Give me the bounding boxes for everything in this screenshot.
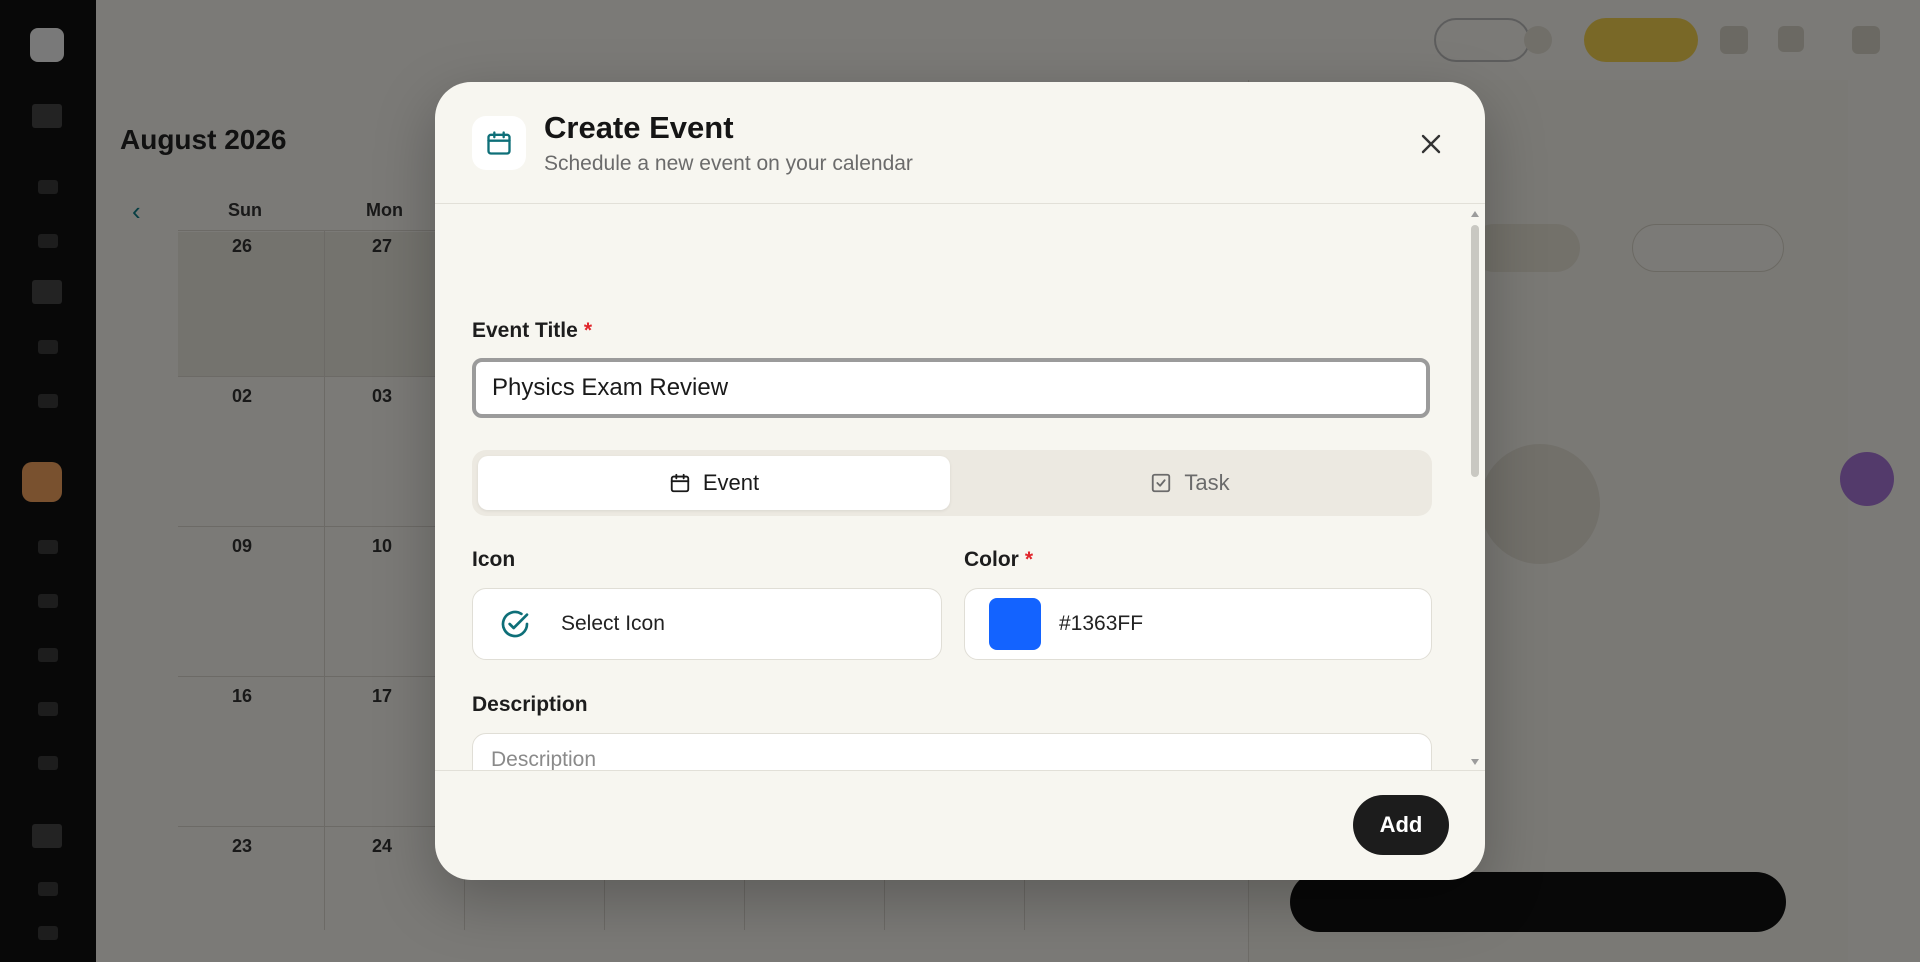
close-icon [1421,134,1441,154]
event-type-toggle: Event Task [472,450,1432,516]
create-event-dialog: Create Event Schedule a new event on you… [435,82,1485,880]
tab-event-label: Event [702,470,760,495]
description-input[interactable] [472,733,1432,770]
color-swatch[interactable] [989,598,1041,650]
dialog-footer: Add [435,770,1485,880]
add-button[interactable]: Add [1353,795,1449,855]
calendar-icon [472,116,526,170]
icon-picker-label: Select Icon [561,612,665,635]
required-asterisk: * [1024,548,1034,571]
tab-event[interactable]: Event [478,456,950,510]
dialog-title: Create Event [544,110,734,145]
color-hex-value: #1363FF [1059,612,1144,635]
dialog-subtitle: Schedule a new event on your calendar [544,152,913,175]
tab-task-label: Task [1184,470,1230,495]
close-button[interactable] [1415,128,1447,160]
calendar-icon [670,473,690,493]
event-title-input[interactable] [472,358,1430,418]
icon-field-label: Icon [472,548,516,571]
check-circle-icon [489,598,541,650]
form-content: Event Task Icon Color* Select Icon [435,205,1485,770]
description-label: Description [472,693,588,716]
icon-picker[interactable]: Select Icon [472,588,942,660]
checkbox-icon [1152,473,1171,493]
color-picker[interactable]: #1363FF [964,588,1432,660]
dialog-header: Create Event Schedule a new event on you… [435,82,1485,204]
tab-task[interactable]: Task [954,456,1426,510]
color-field-label: Color * [964,548,1034,571]
